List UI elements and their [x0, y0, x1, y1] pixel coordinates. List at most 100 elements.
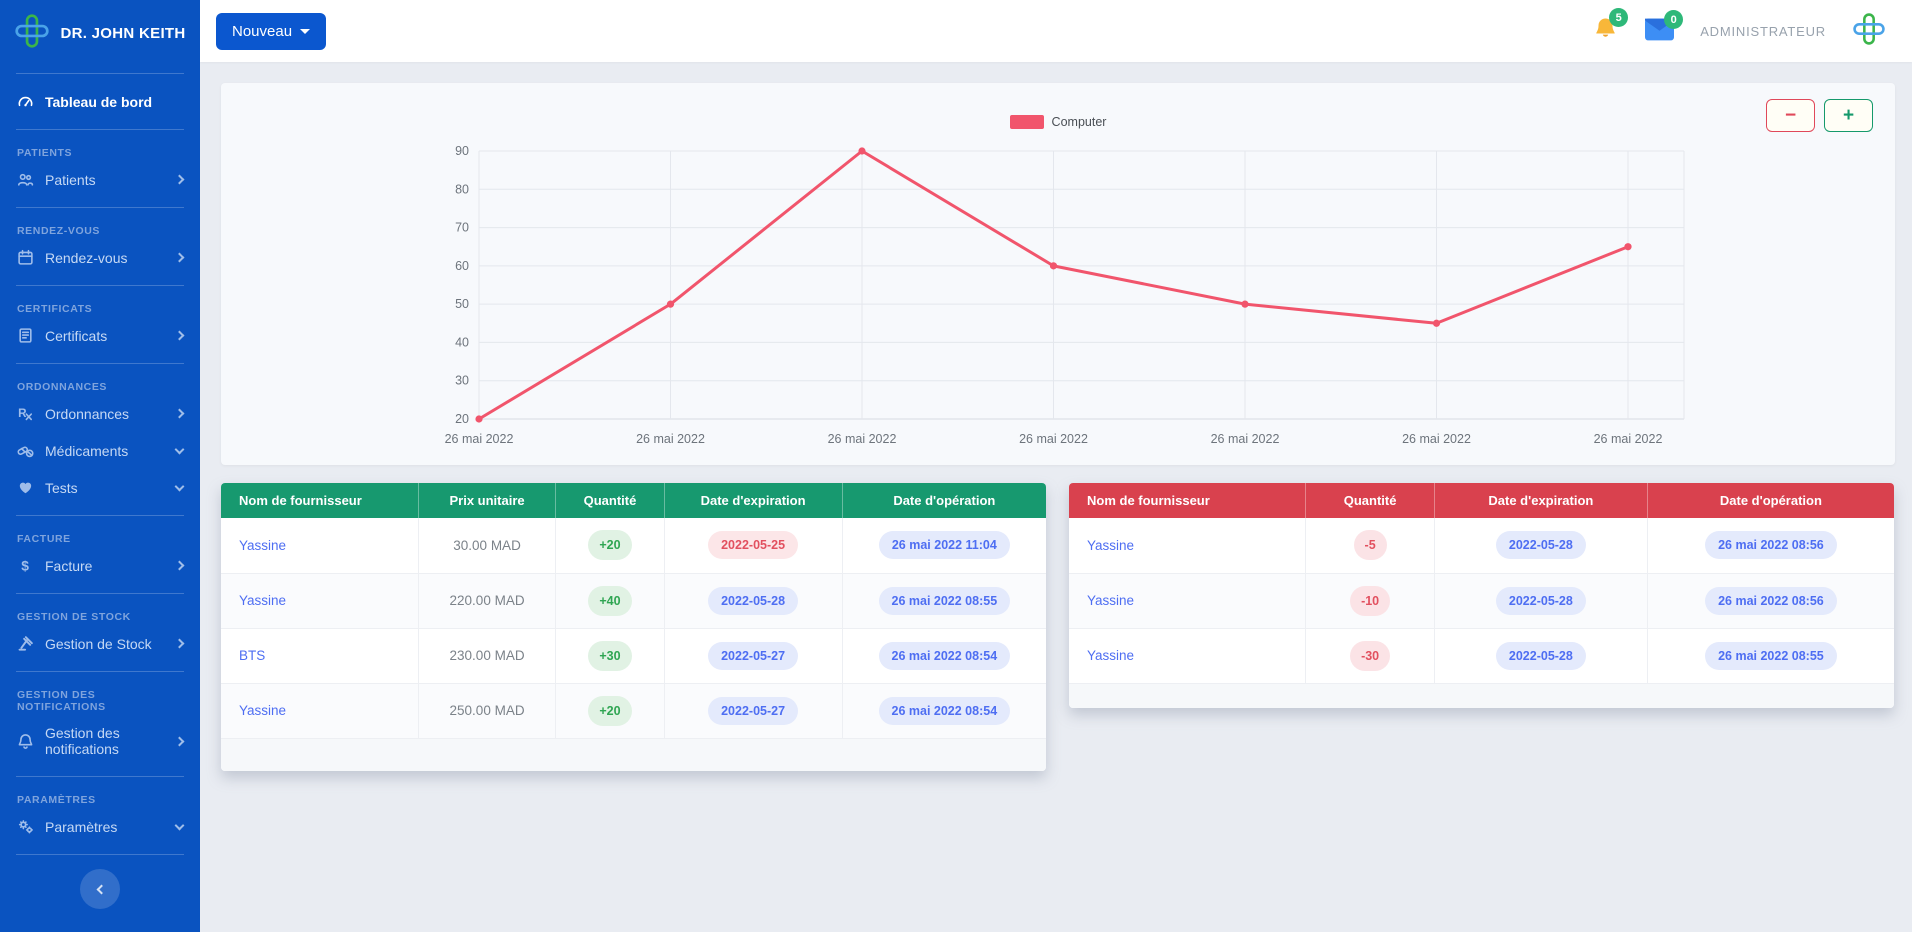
heart-icon	[17, 479, 34, 496]
table-row: Yassine -5 2022-05-28 26 mai 2022 08:56	[1069, 518, 1894, 573]
sidebar-item-label: Médicaments	[45, 443, 165, 459]
sidebar-divider	[16, 776, 184, 777]
quantity-badge: -10	[1350, 586, 1390, 616]
sidebar-item-rendez-vous[interactable]: Rendez-vous	[0, 239, 200, 276]
quantity-badge: +20	[588, 696, 631, 726]
sidebar-item-label: Ordonnances	[45, 406, 165, 422]
sidebar-item-gestion-de-stock[interactable]: Gestion de Stock	[0, 625, 200, 662]
line-chart: 203040506070809026 mai 202226 mai 202226…	[431, 133, 1686, 451]
sidebar-item-label: Tableau de bord	[45, 94, 183, 110]
supplier-link[interactable]: Yassine	[239, 593, 286, 608]
svg-text:$: $	[21, 557, 29, 573]
table-row: Yassine -30 2022-05-28 26 mai 2022 08:55	[1069, 628, 1894, 683]
sidebar-divider	[16, 515, 184, 516]
expiration-date-badge: 2022-05-28	[1496, 531, 1586, 559]
stock-out-table: Nom de fournisseur Quantité Date d'expir…	[1069, 483, 1894, 684]
svg-text:26 mai 2022: 26 mai 2022	[636, 432, 705, 446]
supplier-link[interactable]: BTS	[239, 648, 265, 663]
column-header: Date d'opération	[1647, 483, 1894, 518]
sidebar-item-tests[interactable]: Tests	[0, 469, 200, 506]
sidebar-item-label: Gestion des notifications	[45, 725, 165, 757]
column-header: Nom de fournisseur	[1069, 483, 1306, 518]
supplier-link[interactable]: Yassine	[239, 703, 286, 718]
svg-text:90: 90	[455, 144, 469, 158]
gauge-icon	[17, 93, 34, 110]
svg-text:26 mai 2022: 26 mai 2022	[1402, 432, 1471, 446]
operation-date-badge: 26 mai 2022 08:55	[879, 587, 1011, 615]
messages-button[interactable]: 0	[1645, 18, 1674, 44]
svg-text:20: 20	[455, 412, 469, 426]
operation-date-badge: 26 mai 2022 08:56	[1705, 531, 1837, 559]
sidebar-item-label: Certificats	[45, 328, 165, 344]
sidebar-section-certificats: CERTIFICATS	[0, 295, 200, 317]
svg-text:26 mai 2022: 26 mai 2022	[827, 432, 896, 446]
sidebar-divider	[16, 285, 184, 286]
operation-date-badge: 26 mai 2022 08:55	[1705, 642, 1837, 670]
sidebar-header: DR. JOHN KEITH	[0, 0, 200, 64]
sidebar-section-facture: FACTURE	[0, 525, 200, 547]
sidebar-item-medicaments[interactable]: Médicaments	[0, 432, 200, 469]
gavel-icon	[17, 635, 34, 652]
sidebar-divider	[16, 854, 184, 855]
sidebar-item-label: Tests	[45, 480, 165, 496]
notifications-button[interactable]: 5	[1592, 16, 1619, 46]
sidebar-item-gestion-des-notifications[interactable]: Gestion des notifications	[0, 715, 200, 767]
dollar-icon: $	[17, 557, 34, 574]
bell-icon	[1592, 31, 1619, 46]
sidebar-item-label: Rendez-vous	[45, 250, 165, 266]
sidebar-section-parametres: PARAMÈTRES	[0, 786, 200, 808]
sidebar-item-tableau-de-bord[interactable]: Tableau de bord	[0, 83, 200, 120]
column-header: Quantité	[556, 483, 664, 518]
sidebar-divider	[16, 671, 184, 672]
zoom-in-button[interactable]: +	[1824, 99, 1873, 132]
user-role-label: ADMINISTRATEUR	[1700, 24, 1826, 39]
envelope-icon	[1645, 29, 1674, 44]
svg-text:26 mai 2022: 26 mai 2022	[1019, 432, 1088, 446]
svg-text:40: 40	[455, 335, 469, 349]
chevron-right-icon	[175, 175, 185, 185]
supplier-link[interactable]: Yassine	[239, 538, 286, 553]
column-header: Nom de fournisseur	[221, 483, 418, 518]
table-row: Yassine -10 2022-05-28 26 mai 2022 08:56	[1069, 573, 1894, 628]
stock-out-table-card: Nom de fournisseur Quantité Date d'expir…	[1069, 483, 1894, 708]
sidebar-item-certificats[interactable]: Certificats	[0, 317, 200, 354]
calendar-icon	[17, 249, 34, 266]
price-cell: 220.00 MAD	[418, 573, 556, 628]
sidebar-item-label: Paramètres	[45, 819, 165, 835]
topbar: Nouveau 5 0 ADMINISTRATEUR	[200, 0, 1912, 62]
supplier-link[interactable]: Yassine	[1087, 593, 1134, 608]
chevron-right-icon	[175, 736, 185, 746]
table-header-row: Nom de fournisseur Quantité Date d'expir…	[1069, 483, 1894, 518]
sidebar-item-ordonnances[interactable]: ROrdonnances	[0, 395, 200, 432]
operation-date-badge: 26 mai 2022 08:54	[879, 642, 1011, 670]
quantity-badge: +40	[588, 586, 631, 616]
supplier-link[interactable]: Yassine	[1087, 648, 1134, 663]
operation-date-badge: 26 mai 2022 08:54	[879, 697, 1011, 725]
chevron-down-icon	[175, 820, 185, 830]
sidebar-item-parametres[interactable]: Paramètres	[0, 808, 200, 845]
sidebar-item-patients[interactable]: Patients	[0, 161, 200, 198]
doctor-name: DR. JOHN KEITH	[60, 23, 186, 45]
gears-icon	[17, 818, 34, 835]
stock-in-table: Nom de fournisseur Prix unitaire Quantit…	[221, 483, 1046, 739]
sidebar-section-patients: PATIENTS	[0, 139, 200, 161]
chart-card: − + Computer 203040506070809026 mai 2022…	[221, 83, 1895, 465]
zoom-out-button[interactable]: −	[1766, 99, 1815, 132]
sidebar-collapse-button[interactable]	[80, 869, 120, 909]
table-footer	[221, 739, 1046, 771]
operation-date-badge: 26 mai 2022 08:56	[1705, 587, 1837, 615]
svg-text:50: 50	[455, 297, 469, 311]
nouveau-button[interactable]: Nouveau	[216, 13, 326, 50]
column-header: Date d'expiration	[1434, 483, 1647, 518]
chevron-right-icon	[175, 253, 185, 263]
stock-in-table-card: Nom de fournisseur Prix unitaire Quantit…	[221, 483, 1046, 771]
svg-text:26 mai 2022: 26 mai 2022	[1593, 432, 1662, 446]
supplier-link[interactable]: Yassine	[1087, 538, 1134, 553]
sidebar-item-label: Gestion de Stock	[45, 636, 165, 652]
column-header: Date d'opération	[842, 483, 1046, 518]
svg-text:26 mai 2022: 26 mai 2022	[1210, 432, 1279, 446]
sidebar: DR. JOHN KEITH Tableau de bordPATIENTSPa…	[0, 0, 200, 932]
operation-date-badge: 26 mai 2022 11:04	[879, 531, 1010, 559]
chevron-down-icon	[175, 481, 185, 491]
sidebar-item-facture[interactable]: $Facture	[0, 547, 200, 584]
